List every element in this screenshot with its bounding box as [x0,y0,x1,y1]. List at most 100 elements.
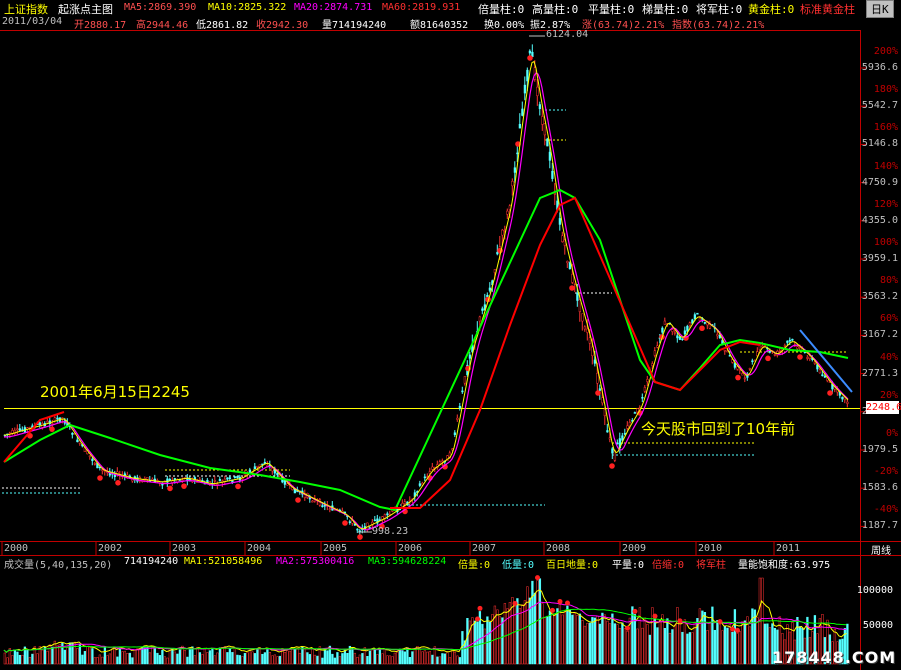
volume-bar [158,655,162,665]
volume-bar [81,654,84,665]
volume-bar [31,653,34,665]
index-name[interactable]: 上证指数 [4,1,48,17]
volume-bar [393,652,397,665]
year-label: 2005 [323,543,348,554]
volume-bar [161,649,164,665]
volume-bar [86,646,89,665]
volume-bar [3,652,7,665]
info-low: 低2861.82 [196,20,249,31]
volume-bar [238,655,242,665]
candle-body [528,50,532,54]
volume-bar [531,580,534,665]
volume-bar [763,623,767,665]
volume-bar [223,646,227,665]
volume-bar [601,612,604,665]
candle-body [536,86,539,96]
candle-body [686,326,689,332]
candlesticks[interactable] [3,44,849,535]
volume-bar [423,650,427,665]
axis-price-label: 5936.6 [861,62,898,73]
candle-body [751,360,754,363]
period-label[interactable]: 周线 [862,542,900,557]
candle-body [226,477,229,480]
volume-bar [36,653,39,665]
volume-bar [501,617,504,665]
axis-price-label: 4750.9 [861,176,898,188]
volume-bar [663,627,667,665]
volume-bar [458,657,462,665]
candle-body [551,170,554,179]
candle-body [16,428,19,431]
signal-marker [181,483,187,489]
chart-mode[interactable]: 起涨点主图 [58,1,113,17]
volume-bar [583,625,587,665]
volume-bar [173,651,177,665]
volume-bar [243,653,247,665]
volume-bar [116,656,119,665]
volume-bar [396,651,399,665]
candle-body [651,363,654,366]
volume-bar [413,649,417,665]
volume-bar [178,649,182,665]
candle-body [418,483,422,486]
volume-bar [691,632,694,665]
candle-body [93,463,97,465]
volume-bar [521,604,524,665]
info-amount: 额81640352 [410,20,469,31]
candle-body [236,476,239,478]
volume-bar [66,647,69,665]
volume-signal-marker [652,613,658,619]
volume-bar [313,654,317,665]
candle-body [608,437,612,440]
volume-bar [323,648,327,665]
volume-bar [246,652,249,665]
volume-bar [538,578,542,665]
candle-body [846,401,849,404]
signal-marker [115,480,121,486]
info-close: 收2942.30 [256,20,309,31]
volume-bar [356,656,359,665]
volume-bar [698,608,702,665]
candle-body [581,313,584,322]
candle-body [423,476,427,479]
volume-signal-marker [535,575,540,581]
volume-bar [43,646,47,665]
volume-bar [493,605,497,665]
volume-bar [573,612,577,665]
candle-body [656,345,659,348]
candle-body [641,397,644,399]
volume-bar [643,617,647,665]
candle-body [146,477,149,480]
volume-hundred-day: 百日地量:0 [546,560,599,571]
volume-bar [16,651,19,665]
candle-body [356,528,359,531]
candle-body [583,326,587,330]
axis-pct-label: 160% [873,122,898,134]
indicator-bar: 上证指数 起涨点主图 MA5:2869.390 MA10:2825.322 MA… [0,0,901,18]
candle-body [576,292,579,301]
volume-bar [436,656,439,665]
volume-bar [233,648,237,665]
candle-body [348,521,352,523]
volume-bar [448,657,452,665]
volume-bar [383,649,387,665]
candle-body [523,84,527,94]
candle-body [373,519,377,522]
volume-indicator-bar: 成交量(5,40,135,20) 714194240 MA1:521058496… [0,556,901,571]
candle-body [56,417,59,420]
volume-saturation: 量能饱和度:63.975 [738,560,831,571]
volume-bar [18,654,22,665]
flat-bar-count: 平量柱:0 [588,3,635,16]
candle-body [646,379,649,382]
candle-body [796,346,799,349]
candle-body [213,479,217,482]
candle-body [773,354,777,356]
volume-bar [211,649,214,665]
candle-body [791,338,794,341]
volume-bar [578,613,582,665]
candle-body [616,442,619,445]
gold-bar-count: 黄金柱:0 [748,3,795,16]
volume-bar [591,617,594,665]
candle-body [761,345,764,348]
ma10-value: MA10:2825.322 [208,2,287,13]
